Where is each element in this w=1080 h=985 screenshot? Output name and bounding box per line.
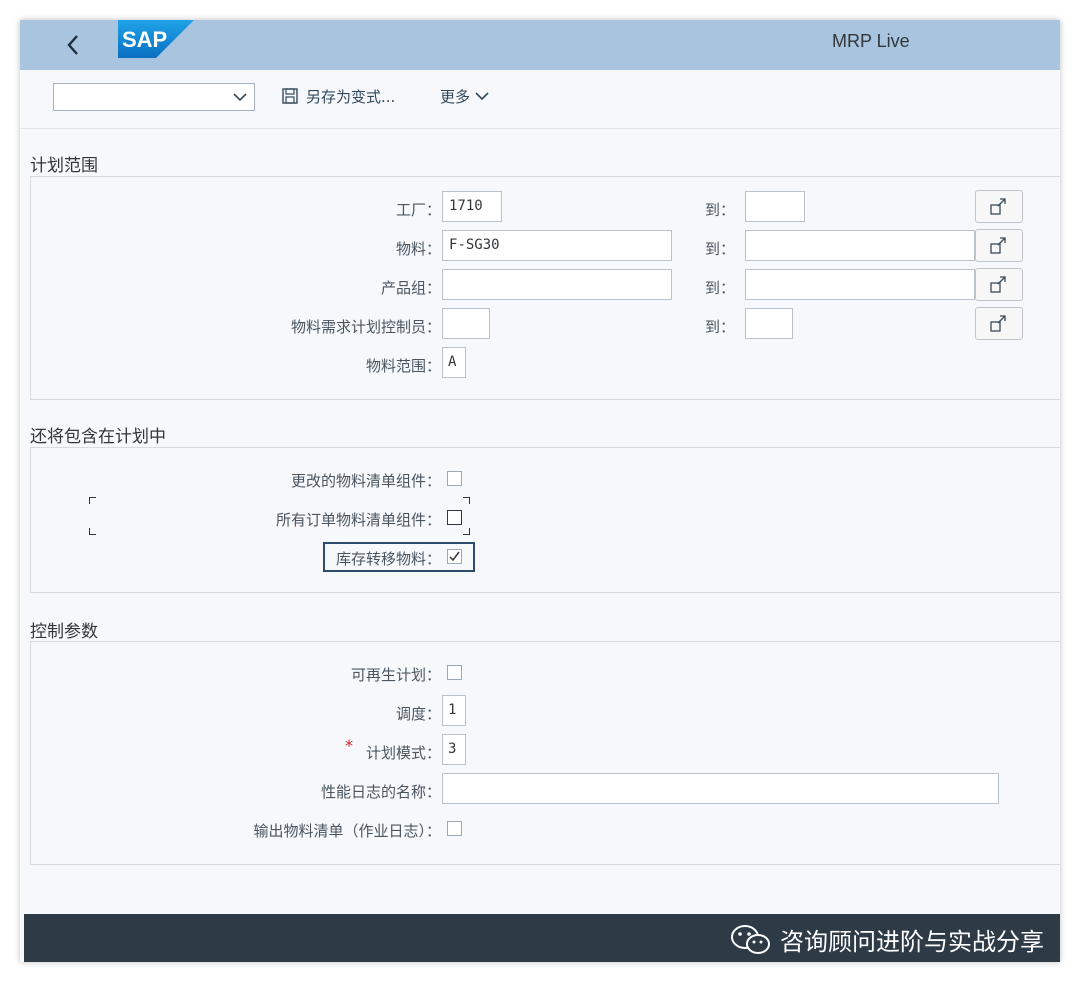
material-label: 物料： (395, 240, 441, 258)
plant-multiple-selection-button[interactable] (975, 190, 1023, 223)
watermark-text: 咨询顾问进阶与实战分享 (780, 928, 1044, 956)
required-indicator: * (345, 736, 353, 755)
to-label: 到： (705, 318, 736, 336)
plant-from-input[interactable]: 1710 (442, 191, 502, 222)
mrp-controller-to-input[interactable] (745, 308, 793, 339)
mrp-controller-label: 物料需求计划控制员： (290, 318, 441, 336)
app-frame: SAP MRP Live 另存为变式... 更多 计划范围 工厂： 1710 到… (20, 20, 1060, 962)
mrp-controller-from-input[interactable] (442, 308, 490, 339)
chevron-down-icon (233, 93, 247, 102)
scheduling-input[interactable]: 1 (442, 695, 466, 726)
product-group-from-input[interactable] (442, 269, 672, 300)
product-group-to-input[interactable] (745, 269, 975, 300)
section-title-planning-scope: 计划范围 (30, 156, 98, 176)
variant-select[interactable] (53, 83, 255, 111)
back-button[interactable] (58, 28, 88, 62)
all-order-bom-components-label: 所有订单物料清单组件： (275, 511, 441, 529)
all-order-bom-components-checkbox[interactable] (447, 510, 462, 525)
performance-log-name-label: 性能日志的名称： (320, 783, 441, 801)
to-label: 到： (705, 201, 736, 219)
shell-bar: SAP MRP Live (20, 20, 1060, 70)
multiple-selection-icon (990, 275, 1006, 293)
material-multiple-selection-button[interactable] (975, 229, 1023, 262)
material-scope-input[interactable]: A (442, 347, 466, 378)
focus-corner (463, 528, 470, 535)
product-group-label: 产品组： (380, 279, 441, 297)
checkmark-icon (449, 551, 460, 562)
save-icon (282, 88, 298, 104)
more-label: 更多 (440, 87, 471, 106)
sap-logo-text: SAP (122, 27, 167, 52)
changed-bom-components-checkbox[interactable] (447, 471, 462, 486)
multiple-selection-icon (990, 236, 1006, 254)
changed-bom-components-label: 更改的物料清单组件： (290, 472, 441, 490)
section-title-control-parameters: 控制参数 (30, 622, 98, 642)
multiple-selection-icon (990, 314, 1006, 332)
focus-corner (89, 497, 96, 504)
control-parameters-panel: 可再生计划： 调度： 1 * 计划模式： 3 性能日志的名称： 输出物料清单（作… (30, 641, 1060, 865)
more-button[interactable]: 更多 (440, 84, 489, 108)
chevron-left-icon (67, 35, 78, 55)
footer-bar: 咨询顾问进阶与实战分享 (24, 914, 1060, 962)
app-title: MRP Live (832, 31, 910, 51)
watermark: 咨询顾问进阶与实战分享 (730, 922, 1044, 957)
save-as-variant-label: 另存为变式... (306, 87, 396, 106)
sap-logo: SAP (118, 20, 194, 58)
focus-corner (89, 528, 96, 535)
material-scope-label: 物料范围： (365, 357, 441, 375)
wechat-icon (731, 924, 770, 954)
to-label: 到： (705, 240, 736, 258)
chevron-down-icon (475, 92, 489, 101)
multiple-selection-icon (990, 197, 1006, 215)
save-as-variant-button[interactable]: 另存为变式... (282, 84, 395, 108)
to-label: 到： (705, 279, 736, 297)
output-bom-label: 输出物料清单（作业日志）： (253, 822, 441, 840)
scheduling-label: 调度： (395, 705, 441, 723)
material-to-input[interactable] (745, 230, 975, 261)
toolbar: 另存为变式... 更多 (20, 70, 1060, 129)
focus-corner (463, 497, 470, 504)
stock-transfer-materials-label: 库存转移物料： (335, 550, 441, 568)
also-include-panel: 更改的物料清单组件： 所有订单物料清单组件： 库存转移物料： (30, 447, 1060, 593)
planning-scope-panel: 工厂： 1710 到： 物料： F-SG30 到： 产品组： 到： 物料需求计划… (30, 176, 1060, 400)
planning-mode-input[interactable]: 3 (442, 734, 466, 765)
regenerative-planning-label: 可再生计划： (350, 666, 441, 684)
section-title-also-include: 还将包含在计划中 (30, 427, 166, 447)
material-from-input[interactable]: F-SG30 (442, 230, 672, 261)
mrp-controller-multiple-selection-button[interactable] (975, 307, 1023, 340)
plant-label: 工厂： (395, 201, 441, 219)
output-bom-checkbox[interactable] (447, 821, 462, 836)
stock-transfer-materials-checkbox[interactable] (447, 549, 462, 564)
plant-to-input[interactable] (745, 191, 805, 222)
product-group-multiple-selection-button[interactable] (975, 268, 1023, 301)
regenerative-planning-checkbox[interactable] (447, 665, 462, 680)
performance-log-name-input[interactable] (442, 773, 999, 804)
planning-mode-label: 计划模式： (365, 744, 441, 762)
